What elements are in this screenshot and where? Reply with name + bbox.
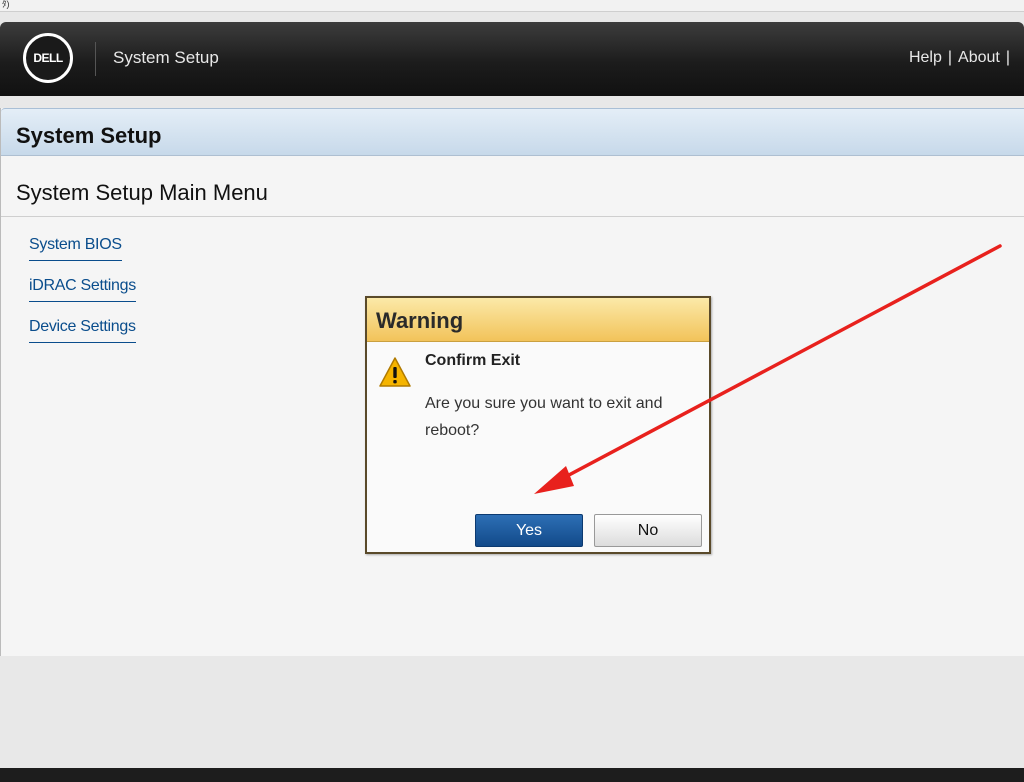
menu-item-idrac-settings[interactable]: iDRAC Settings <box>29 277 136 302</box>
header-links: Help | About | <box>909 49 1016 67</box>
menu-divider <box>1 216 1024 217</box>
window-top-strip: ﾀ) <box>0 0 1024 12</box>
warning-dialog: Warning Confirm Exit Are you sure you wa… <box>365 296 711 554</box>
menu-item-system-bios[interactable]: System BIOS <box>29 236 122 261</box>
help-link[interactable]: Help <box>909 49 942 66</box>
section-bar: System Setup <box>1 108 1024 156</box>
menu-item-device-settings[interactable]: Device Settings <box>29 318 136 343</box>
dialog-heading: Confirm Exit <box>425 352 521 369</box>
dell-logo: DELL <box>23 33 73 83</box>
dialog-message: Are you sure you want to exit and reboot… <box>425 395 663 439</box>
main-menu-title: System Setup Main Menu <box>16 180 268 205</box>
footer-bar <box>0 768 1024 782</box>
about-link[interactable]: About <box>958 49 1000 66</box>
header-link-separator: | <box>947 49 953 66</box>
app-header: DELL System Setup Help | About | <box>0 22 1024 96</box>
no-button[interactable]: No <box>594 514 702 547</box>
section-title: System Setup <box>16 123 162 148</box>
dialog-title: Warning <box>367 298 709 342</box>
header-title: System Setup <box>113 48 219 67</box>
warning-triangle-icon <box>379 357 411 387</box>
top-strip-glyph: ﾀ) <box>2 0 10 9</box>
yes-button[interactable]: Yes <box>475 514 583 547</box>
header-trailing-separator: | <box>1005 49 1010 66</box>
header-divider <box>95 42 96 76</box>
